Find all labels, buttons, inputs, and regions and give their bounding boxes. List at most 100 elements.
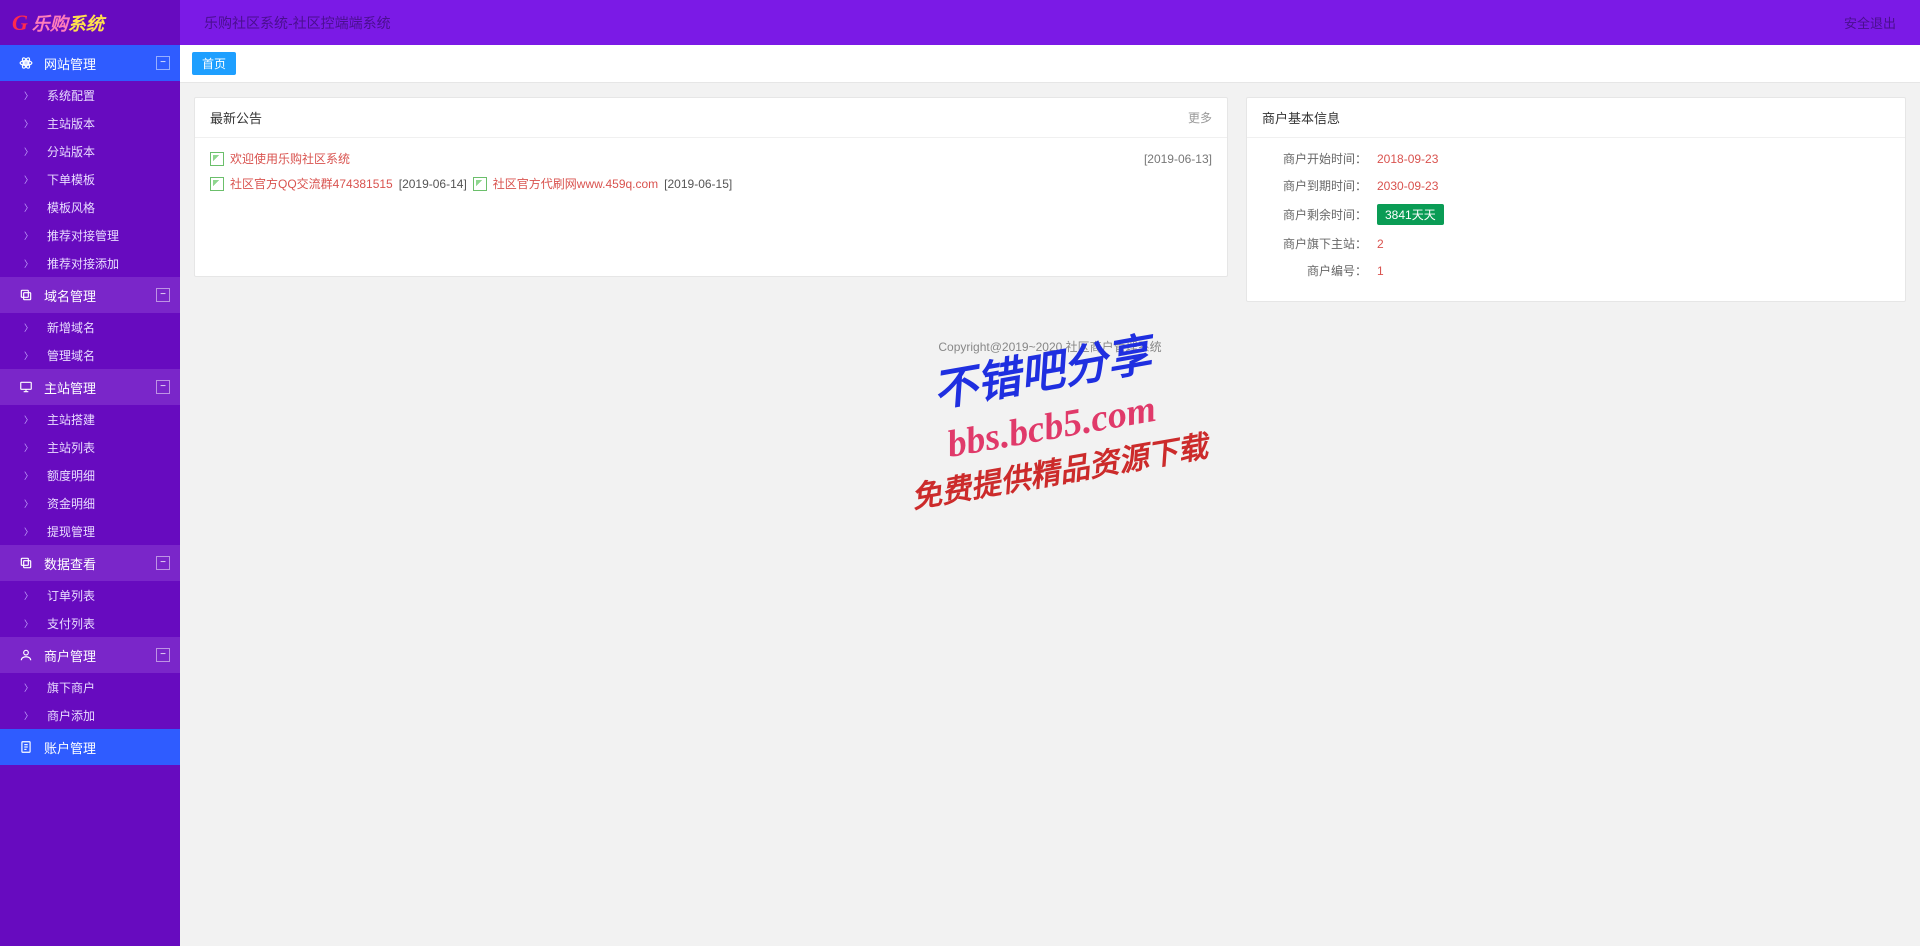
main-area: 乐购社区系统-社区控端端系统 安全退出 首页 最新公告 更多 欢迎使用乐购社区系… [180, 0, 1920, 946]
info-value: 1 [1377, 264, 1384, 278]
info-value: 2030-09-23 [1377, 179, 1438, 193]
info-row-sites: 商户旗下主站： 2 [1262, 235, 1890, 252]
announcement-link[interactable]: 社区官方代刷网www.459q.com [493, 175, 658, 192]
announcement-date: [2019-06-15] [664, 177, 732, 191]
info-row-start: 商户开始时间： 2018-09-23 [1262, 150, 1890, 167]
nav-item-0-0[interactable]: 〉 系统配置 [0, 81, 180, 109]
user-icon [16, 648, 36, 662]
announcement-date: [2019-06-13] [1144, 152, 1212, 166]
nav-section-2[interactable]: 主站管理− [0, 369, 180, 405]
nav-item-3-1[interactable]: 〉 支付列表 [0, 609, 180, 637]
chevron-right-icon: 〉 [24, 709, 33, 722]
chevron-right-icon: 〉 [24, 117, 33, 130]
nav-item-1-1[interactable]: 〉管理域名 [0, 341, 180, 369]
info-label: 商户编号： [1262, 262, 1367, 279]
nav-item-0-6[interactable]: 〉推荐对接添加 [0, 249, 180, 277]
nav-item-label: 分站版本 [47, 143, 95, 160]
nav-section-label: 数据查看 [44, 554, 156, 573]
info-label: 商户到期时间： [1262, 177, 1367, 194]
nav-item-label: 旗下商户 [47, 679, 95, 696]
announcements-more-link[interactable]: 更多 [1188, 109, 1212, 126]
nav-item-1-0[interactable]: 〉新增域名 [0, 313, 180, 341]
announcements-card: 最新公告 更多 欢迎使用乐购社区系统 [2019-06-13] 社区官方QQ交流… [194, 97, 1228, 277]
nav-item-0-5[interactable]: 〉推荐对接管理 [0, 221, 180, 249]
brand-text-a: 乐购 [32, 10, 68, 36]
nav-item-2-3[interactable]: 〉 资金明细 [0, 489, 180, 517]
nav-item-2-2[interactable]: 〉 额度明细 [0, 461, 180, 489]
copy-icon [16, 556, 36, 570]
collapse-icon: − [156, 288, 170, 302]
collapse-icon: − [156, 648, 170, 662]
nav-section-3[interactable]: 数据查看− [0, 545, 180, 581]
announcement-date: [2019-06-14] [399, 177, 467, 191]
nav-item-0-1[interactable]: 〉主站版本 [0, 109, 180, 137]
copy-icon [16, 288, 36, 302]
logout-link[interactable]: 安全退出 [1844, 13, 1896, 32]
nav-item-2-4[interactable]: 〉 提现管理 [0, 517, 180, 545]
info-row-id: 商户编号： 1 [1262, 262, 1890, 279]
nav-item-2-1[interactable]: 〉 主站列表 [0, 433, 180, 461]
chevron-right-icon: 〉 [24, 89, 33, 102]
nav-section-label: 主站管理 [44, 378, 156, 397]
nav-item-0-4[interactable]: 〉 模板风格 [0, 193, 180, 221]
nav-item-label: 资金明细 [47, 495, 95, 512]
nav-item-4-1[interactable]: 〉商户添加 [0, 701, 180, 729]
merchant-info-title: 商户基本信息 [1262, 108, 1890, 127]
nav-section-label: 商户管理 [44, 646, 156, 665]
chevron-right-icon: 〉 [24, 413, 33, 426]
nav-item-label: 系统配置 [47, 87, 95, 104]
content: 最新公告 更多 欢迎使用乐购社区系统 [2019-06-13] 社区官方QQ交流… [180, 83, 1920, 316]
nav-item-0-3[interactable]: 〉下单模板 [0, 165, 180, 193]
merchant-info-card: 商户基本信息 商户开始时间： 2018-09-23 商户到期时间： 2030-0… [1246, 97, 1906, 302]
collapse-icon: − [156, 56, 170, 70]
atom-icon [16, 56, 36, 70]
watermark-line3: 免费提供精品资源下载 [908, 427, 1210, 519]
announcements-title: 最新公告 [210, 108, 1188, 127]
nav-item-2-0[interactable]: 〉 主站搭建 [0, 405, 180, 433]
app-title: 乐购社区系统-社区控端端系统 [204, 13, 1844, 33]
nav-item-label: 模板风格 [47, 199, 95, 216]
nav-item-0-2[interactable]: 〉 分站版本 [0, 137, 180, 165]
sidebar-nav: 网站管理−〉系统配置〉主站版本〉分站版本〉下单模板〉模板风格〉推荐对接管理〉推荐… [0, 45, 180, 765]
chevron-right-icon: 〉 [24, 469, 33, 482]
nav-section-label: 网站管理 [44, 54, 156, 73]
chevron-right-icon: 〉 [24, 229, 33, 242]
nav-section-4[interactable]: 商户管理− [0, 637, 180, 673]
nav-item-3-0[interactable]: 〉订单列表 [0, 581, 180, 609]
nav-item-label: 支付列表 [47, 615, 95, 632]
nav-item-label: 主站搭建 [47, 411, 95, 428]
collapse-icon: − [156, 556, 170, 570]
topbar: 乐购社区系统-社区控端端系统 安全退出 [180, 0, 1920, 45]
info-value: 2 [1377, 237, 1384, 251]
announcement-link[interactable]: 社区官方QQ交流群474381515 [230, 175, 393, 192]
info-label: 商户剩余时间： [1262, 206, 1367, 223]
announcement-row: 欢迎使用乐购社区系统 [2019-06-13] [210, 150, 1212, 167]
nav-item-label: 主站列表 [47, 439, 95, 456]
brand-text-b: 系统 [68, 10, 104, 36]
nav-section-5[interactable]: 账户管理 [0, 729, 180, 765]
info-row-end: 商户到期时间： 2030-09-23 [1262, 177, 1890, 194]
brand-mark: G [12, 10, 28, 36]
nav-item-label: 提现管理 [47, 523, 95, 540]
chevron-right-icon: 〉 [24, 617, 33, 630]
collapse-icon: − [156, 380, 170, 394]
chevron-right-icon: 〉 [24, 145, 33, 158]
chevron-right-icon: 〉 [24, 497, 33, 510]
doc-icon [16, 740, 36, 754]
nav-section-1[interactable]: 域名管理− [0, 277, 180, 313]
image-placeholder-icon [210, 177, 224, 191]
nav-item-label: 额度明细 [47, 467, 95, 484]
nav-section-0[interactable]: 网站管理− [0, 45, 180, 81]
breadcrumb-home[interactable]: 首页 [192, 52, 236, 75]
chevron-right-icon: 〉 [24, 173, 33, 186]
nav-item-label: 新增域名 [47, 319, 95, 336]
nav-item-4-0[interactable]: 〉旗下商户 [0, 673, 180, 701]
chevron-right-icon: 〉 [24, 201, 33, 214]
chevron-right-icon: 〉 [24, 441, 33, 454]
monitor-icon [16, 380, 36, 394]
nav-item-label: 推荐对接添加 [47, 255, 119, 272]
nav-item-label: 订单列表 [47, 587, 95, 604]
chevron-right-icon: 〉 [24, 525, 33, 538]
announcement-link[interactable]: 欢迎使用乐购社区系统 [230, 150, 350, 167]
nav-item-label: 管理域名 [47, 347, 95, 364]
